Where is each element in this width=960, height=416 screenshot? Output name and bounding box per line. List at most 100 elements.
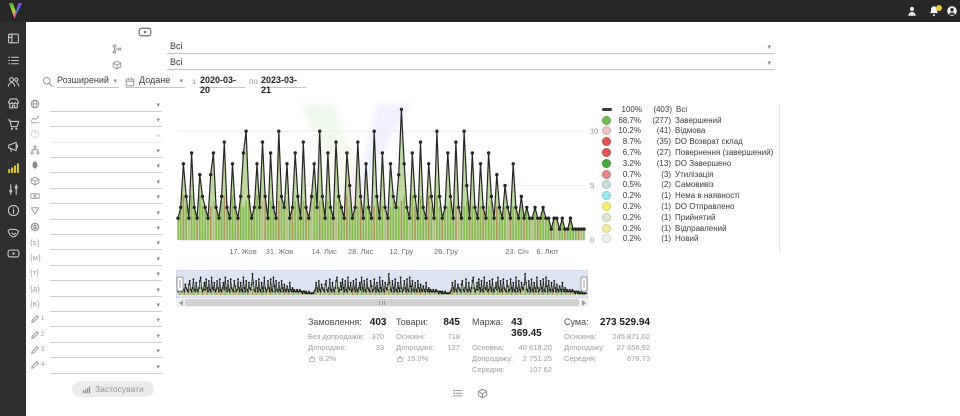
apply-filters-button[interactable]: Застосувати	[72, 381, 154, 397]
scroll-right-arrow[interactable]	[579, 298, 588, 307]
legend-item[interactable]: 8.7%(35)DO Возврат склад	[602, 136, 780, 147]
legend-item[interactable]: 0.5%(2)Самовивіз	[602, 180, 780, 191]
stat-column: Маржа:43 369.45Основна:40 618.20Допродаж…	[472, 317, 552, 375]
bell-icon[interactable]	[928, 4, 940, 22]
legend-dot-marker	[602, 116, 611, 125]
sidebar-item-megaphone[interactable]	[0, 136, 26, 158]
date-field-select[interactable]: Додане ▾	[125, 73, 185, 88]
legend-item[interactable]: 6.7%(27)Повернення (завершений)	[602, 147, 780, 158]
filter-select[interactable]: ▾	[50, 219, 162, 235]
svg-text:28. Лис: 28. Лис	[348, 247, 374, 256]
legend-item[interactable]: 0.7%(3)Утилізація	[602, 169, 780, 180]
list-view-icon[interactable]	[452, 386, 463, 404]
legend-label: Відмова	[675, 126, 705, 135]
legend-item[interactable]: 100%(403)Всі	[602, 104, 780, 115]
filter-select[interactable]: ▾	[50, 157, 162, 173]
stat-title: Сума:	[564, 317, 589, 327]
filter-row-pencil: 1▾	[30, 311, 162, 326]
filter-select[interactable]: ▾	[50, 296, 162, 312]
navigator-handle[interactable]	[581, 277, 587, 291]
legend-item[interactable]: 0.2%(1)Відправлений	[602, 223, 780, 234]
app-logo[interactable]	[7, 2, 24, 24]
filter-select[interactable]: ▾	[50, 342, 162, 358]
date-from-value: 2020-03-20	[200, 75, 245, 95]
legend-count: (27)	[645, 148, 671, 157]
pencil-icon: 3	[30, 345, 50, 355]
chevron-down-icon: ▾	[156, 255, 162, 265]
funnel-icon	[30, 206, 50, 216]
legend-item[interactable]: 0.2%(1)Нема в наявності	[602, 190, 780, 201]
sidebar-item-video[interactable]	[0, 243, 26, 265]
token-d-icon: {д}	[30, 284, 50, 293]
filter-select[interactable]: ▾	[50, 311, 162, 327]
filter-select[interactable]: ▾	[50, 280, 162, 296]
legend-percent: 0.2%	[615, 234, 641, 243]
filter-select[interactable]: ▾	[50, 188, 162, 204]
date-to-input[interactable]: 2023-03-21	[260, 73, 306, 88]
filter-select[interactable]: ▾	[50, 172, 162, 188]
filter-select[interactable]: ▾	[50, 203, 162, 219]
legend-item[interactable]: 10.2%(41)Відмова	[602, 126, 780, 137]
legend-count: (35)	[645, 137, 671, 146]
legend-label: DO Завершено	[675, 159, 731, 168]
legend-item[interactable]: 0.2%(1)DO Отправлено	[602, 201, 780, 212]
filter-select[interactable]: ▾	[50, 326, 162, 342]
stat-sub-label: Основні:	[396, 331, 426, 342]
filter-select[interactable]: ▾	[50, 357, 162, 373]
legend-item[interactable]: 3.2%(13)DO Завершено	[602, 158, 780, 169]
sidebar-item-analytics[interactable]	[0, 157, 26, 179]
filter-select[interactable]: ▾	[50, 249, 162, 265]
chevron-down-icon: ▾	[156, 178, 162, 188]
sidebar-item-orders[interactable]	[0, 50, 26, 72]
legend-item[interactable]: 68.7%(277)Завершений	[602, 115, 780, 126]
sitemap-icon	[30, 145, 50, 155]
date-from-input[interactable]: 2020-03-20	[199, 73, 245, 88]
chart-scrollbar[interactable]	[176, 298, 588, 307]
search-icon[interactable]	[42, 74, 53, 92]
legend-percent: 0.2%	[615, 202, 641, 211]
legend-item[interactable]: 0.2%(1)Новий	[602, 234, 780, 245]
package-view-icon[interactable]	[477, 386, 488, 404]
filter-select[interactable]: ▾	[50, 111, 162, 127]
sidebar-item-users[interactable]	[0, 71, 26, 93]
filter-select[interactable]: ▾	[50, 126, 162, 142]
legend-item[interactable]: 0.2%(1)Прийнятий	[602, 212, 780, 223]
cube-icon	[30, 176, 50, 186]
chevron-down-icon: ▾	[156, 239, 162, 249]
sidebar-item-sliders[interactable]	[0, 179, 26, 201]
scroll-left-arrow[interactable]	[176, 298, 185, 307]
filter-select[interactable]: ▾	[50, 142, 162, 158]
filter-select[interactable]: ▾	[50, 96, 162, 112]
stat-sub-label: Середня:	[472, 364, 504, 375]
svg-text:14. Лис: 14. Лис	[311, 247, 337, 256]
legend-dot-marker	[602, 234, 611, 243]
search-mode-select[interactable]: Розширений ▾	[57, 73, 119, 88]
scrollbar-thumb[interactable]	[185, 299, 579, 306]
filter-select[interactable]: ▾	[50, 234, 162, 250]
video-tutorial-icon[interactable]	[138, 25, 152, 44]
panel-divider	[779, 104, 780, 252]
sidebar-item-store[interactable]	[0, 93, 26, 115]
svg-text:12. Гру: 12. Гру	[389, 247, 413, 256]
sidebar-item-info[interactable]	[0, 200, 26, 222]
legend-label: Всі	[676, 105, 687, 114]
sidebar-item-handshake[interactable]	[0, 222, 26, 244]
avatar-icon[interactable]	[946, 4, 958, 22]
stat-value: 845	[443, 317, 460, 328]
category-filter-select[interactable]: Всі ▾	[167, 40, 775, 54]
chevron-down-icon: ▾	[156, 147, 162, 157]
legend-count: (1)	[645, 213, 671, 222]
legend-percent: 0.2%	[615, 191, 641, 200]
user-icon[interactable]	[906, 4, 918, 22]
filter-select[interactable]: ▾	[50, 265, 162, 281]
product-filter-select[interactable]: Всі ▾	[167, 56, 775, 70]
svg-text:5: 5	[590, 181, 594, 190]
filter-row-contact: ▾	[30, 158, 162, 173]
sidebar-item-dashboard[interactable]	[0, 28, 26, 50]
legend-label: Прийнятий	[675, 213, 716, 222]
stat-sub-value: 718	[447, 331, 460, 342]
sidebar-item-cart[interactable]	[0, 114, 26, 136]
navigator-handle[interactable]	[177, 277, 183, 291]
stat-sub-label: Допродані:	[308, 342, 346, 353]
chevron-down-icon: ▾	[156, 332, 162, 342]
